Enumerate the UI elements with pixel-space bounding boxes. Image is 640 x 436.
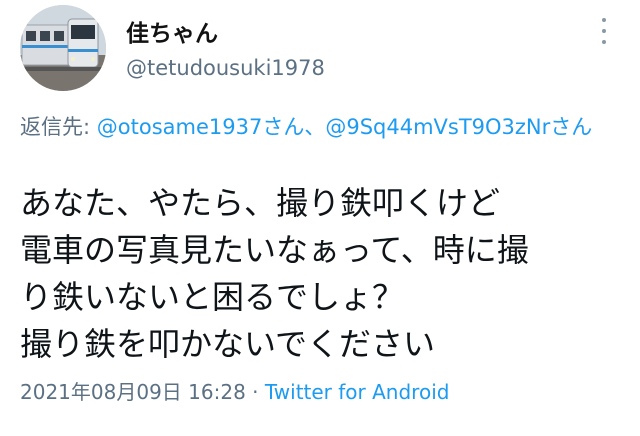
more-dot (602, 18, 606, 22)
more-dot (602, 29, 606, 33)
reply-prefix: 返信先: (20, 115, 97, 139)
reply-to-line: 返信先: @otosame1937さん、@9Sq44mVsT9O3zNrさん (20, 112, 620, 143)
tweet-meta: 2021年08月09日 16:28 · Twitter for Android (20, 376, 449, 405)
meta-separator: · (245, 380, 265, 404)
mention-link[interactable]: @9Sq44mVsT9O3zNrさん (325, 115, 592, 139)
more-vertical-icon[interactable] (597, 18, 611, 44)
avatar[interactable] (20, 5, 106, 91)
user-handle[interactable]: @tetudousuki1978 (126, 56, 325, 80)
mention-link[interactable]: @otosame1937さん (97, 115, 305, 139)
train-photo (20, 5, 106, 91)
source-link[interactable]: Twitter for Android (265, 380, 450, 404)
display-name[interactable]: 佳ちゃん (126, 14, 218, 48)
mention-separator: 、 (304, 115, 326, 139)
tweet-text: あなた、やたら、撮り鉄叩くけど 電車の写真見たいなぁって、時に撮 り鉄いないと困… (20, 184, 529, 363)
more-dot (602, 40, 606, 44)
timestamp[interactable]: 2021年08月09日 16:28 (20, 380, 246, 404)
